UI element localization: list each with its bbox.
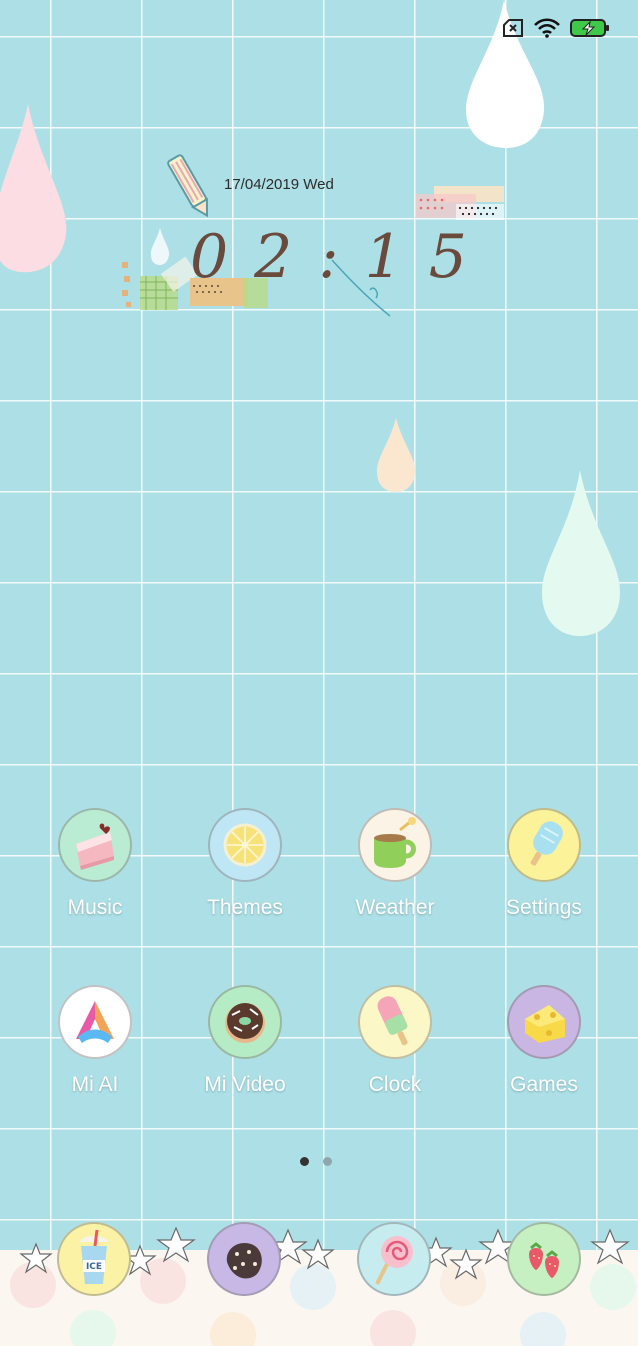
app-themes[interactable]: Themes bbox=[185, 808, 305, 920]
app-label: Music bbox=[67, 896, 123, 919]
app-label: Mi Video bbox=[204, 1073, 286, 1096]
app-clock[interactable]: Clock bbox=[335, 985, 455, 1097]
strawberry-icon bbox=[529, 1242, 559, 1278]
lemon-icon bbox=[208, 808, 282, 882]
mint-drop-decoration bbox=[542, 470, 620, 636]
wifi-icon bbox=[534, 18, 560, 38]
page-dot-active[interactable] bbox=[300, 1157, 309, 1166]
status-bar bbox=[502, 16, 610, 40]
clock-scribble-decoration bbox=[331, 259, 391, 317]
no-sim-icon bbox=[503, 19, 523, 37]
app-label: Themes bbox=[207, 896, 283, 919]
cookie-icon bbox=[226, 1242, 262, 1279]
app-settings[interactable]: Settings bbox=[484, 808, 604, 920]
app-music[interactable]: Music bbox=[35, 808, 155, 920]
dock-app-3[interactable] bbox=[357, 1222, 431, 1296]
battery-charging-icon bbox=[570, 19, 609, 37]
page-indicator[interactable] bbox=[300, 1157, 332, 1166]
dot-decoration bbox=[70, 1310, 116, 1346]
app-mi-ai[interactable]: Mi AI bbox=[35, 985, 155, 1097]
dock-app-4[interactable] bbox=[507, 1222, 581, 1296]
cake-icon bbox=[58, 808, 132, 882]
widget-date: 17/04/2019 Wed bbox=[224, 176, 334, 193]
app-weather[interactable]: Weather bbox=[335, 808, 455, 920]
ice-pop-icon bbox=[358, 985, 432, 1059]
cup-icon bbox=[358, 808, 432, 882]
ice-drink-icon bbox=[79, 1229, 109, 1284]
cheese-icon bbox=[507, 985, 581, 1059]
pink-drop-decoration bbox=[0, 104, 67, 273]
dock-app-1[interactable]: ICE bbox=[57, 1222, 131, 1296]
ice-label: ICE bbox=[85, 1262, 103, 1272]
home-screen: 17/04/2019 Wed 02:15 Music Themes Weathe… bbox=[0, 0, 638, 1346]
dock-app-2[interactable] bbox=[207, 1222, 281, 1296]
page-dot[interactable] bbox=[323, 1157, 332, 1166]
mi-ai-icon bbox=[58, 985, 132, 1059]
dot-decoration bbox=[520, 1312, 566, 1346]
app-label: Clock bbox=[368, 1073, 422, 1096]
app-mi-video[interactable]: Mi Video bbox=[185, 985, 305, 1097]
pencil-decoration bbox=[167, 154, 209, 218]
popsicle-icon bbox=[507, 808, 581, 882]
cream-drop-decoration bbox=[376, 418, 416, 492]
lollipop-icon bbox=[375, 1236, 413, 1285]
app-label: Games bbox=[510, 1073, 578, 1096]
dot-decoration bbox=[370, 1310, 416, 1346]
app-label: Mi AI bbox=[71, 1073, 119, 1096]
app-label: Settings bbox=[506, 896, 582, 919]
dot-decoration bbox=[210, 1312, 256, 1346]
app-label: Weather bbox=[355, 896, 435, 919]
app-games[interactable]: Games bbox=[484, 985, 604, 1097]
donut-icon bbox=[208, 985, 282, 1059]
